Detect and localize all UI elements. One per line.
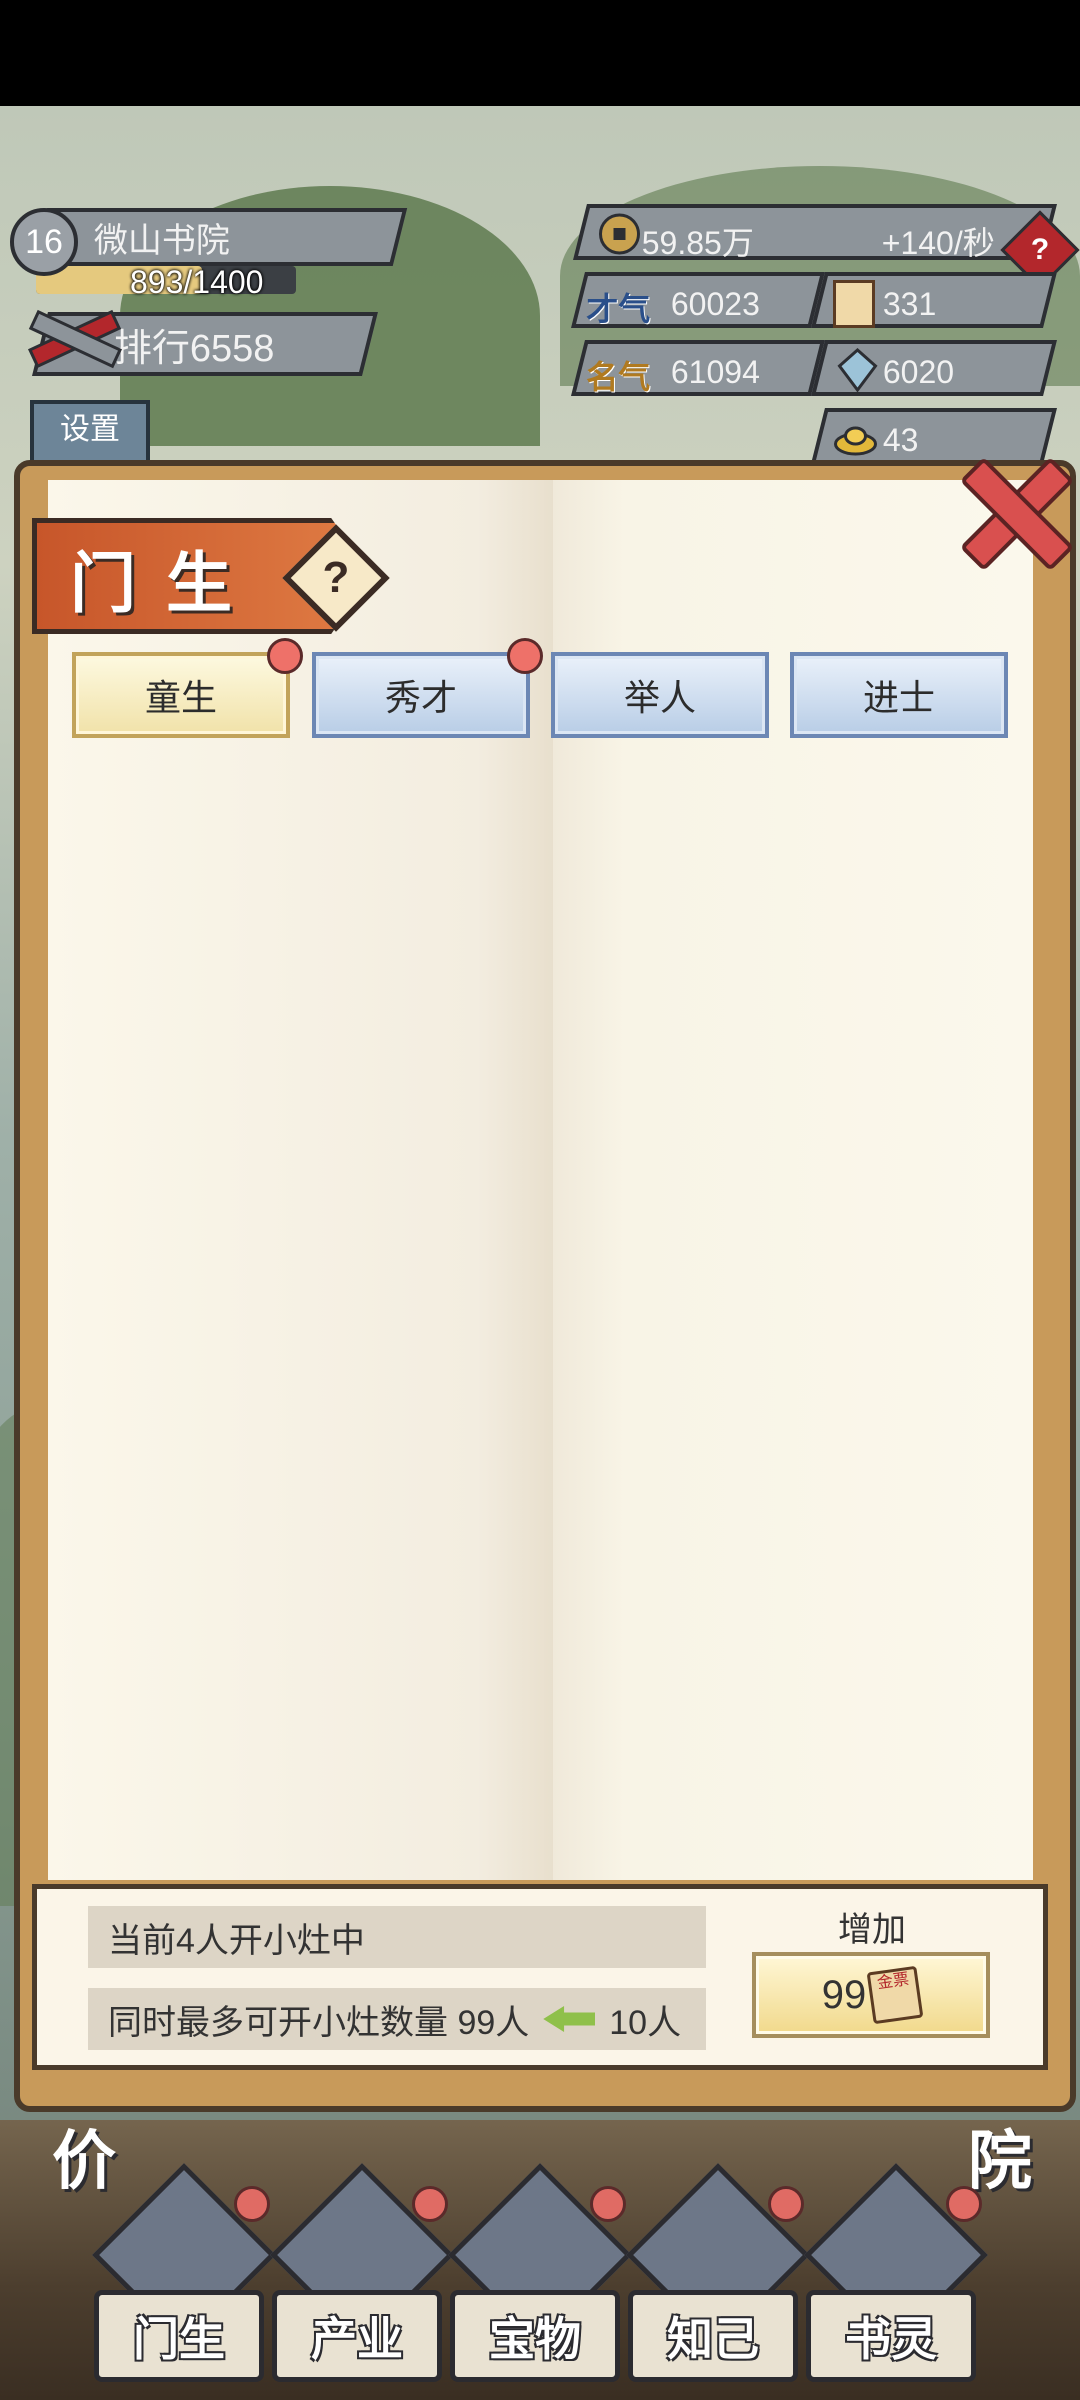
notification-dot (507, 638, 543, 674)
panel-title: 门生 (70, 544, 262, 622)
fame-label: 名气 (586, 359, 651, 395)
crystal-box[interactable]: 6020 (811, 340, 1057, 396)
add-button[interactable]: 99 金票 (752, 1952, 990, 2038)
nav-label: 宝物 (450, 2290, 620, 2382)
gold-ticket-icon: 金票 (866, 1965, 924, 2025)
gold-ticket-icon (833, 280, 876, 328)
talent-box[interactable]: 才气 60023 (571, 272, 825, 328)
crystal-value: 6020 (882, 354, 955, 390)
coin-icon (599, 213, 641, 255)
notification-dot (768, 2186, 804, 2222)
nav-label: 产业 (272, 2290, 442, 2382)
notification-dot (267, 638, 303, 674)
question-icon: ? (322, 553, 350, 602)
tab-label: 秀才 (384, 677, 457, 718)
fame-box[interactable]: 名气 61094 (571, 340, 825, 396)
school-name-box[interactable]: 微山书院 (32, 208, 408, 266)
gold-ticket-box[interactable]: 331 (811, 272, 1057, 328)
max-capacity-row: 同时最多可开小灶数量 99人 10人 (88, 1988, 706, 2050)
settings-label: 设置 (60, 413, 120, 446)
crystal-icon (837, 348, 878, 392)
arrow-right-icon (543, 2006, 596, 2032)
tab-label: 童生 (144, 677, 217, 718)
notification-dot (946, 2186, 982, 2222)
talent-label: 才气 (586, 291, 651, 327)
tab-label: 进士 (862, 677, 935, 718)
gold-ticket-value: 331 (882, 286, 937, 322)
tab-xiucai[interactable]: 秀才 (312, 652, 530, 738)
crossed-scrolls-icon (27, 309, 123, 369)
notification-dot (590, 2186, 626, 2222)
nav-label: 门生 (94, 2290, 264, 2382)
current-status-row: 当前4人开小灶中 (88, 1906, 706, 1968)
tab-tongsheng[interactable]: 童生 (72, 652, 290, 738)
talent-value: 60023 (670, 286, 760, 322)
ingot-value: 43 (882, 422, 919, 458)
coin-rate: +140/秒 (881, 225, 995, 261)
level-badge: 16 (10, 208, 78, 276)
close-button[interactable] (950, 450, 1070, 570)
add-label: 增加 (838, 1911, 906, 1949)
school-name: 微山书院 (94, 221, 230, 260)
xp-text: 893/1400 (130, 264, 264, 300)
status-bar (0, 0, 1080, 106)
current-status: 当前4人开小灶中 (108, 1921, 365, 1960)
tab-label: 举人 (623, 677, 696, 718)
coins-box[interactable]: 59.85万 +140/秒 (573, 204, 1057, 261)
tab-juren[interactable]: 举人 (551, 652, 769, 738)
fame-value: 61094 (670, 354, 760, 390)
nav-label: 书灵 (806, 2290, 976, 2382)
help-icon: ? (1030, 233, 1050, 266)
notification-dot (412, 2186, 448, 2222)
gold-ingot-icon (834, 426, 878, 456)
notification-dot (234, 2186, 270, 2222)
right-corner-tag: 院 (968, 2124, 1032, 2199)
max-next: 10人 (609, 2003, 682, 2042)
add-cost: 99 (821, 1972, 867, 2017)
rank-label: 排行6558 (114, 327, 275, 370)
max-prefix: 同时最多可开小灶数量 99人 (108, 2003, 530, 2042)
nav-label: 知己 (628, 2290, 798, 2382)
tab-jinshi[interactable]: 进士 (790, 652, 1008, 738)
settings-button[interactable]: 设置 (30, 400, 150, 468)
coins-value: 59.85万 (641, 225, 754, 261)
